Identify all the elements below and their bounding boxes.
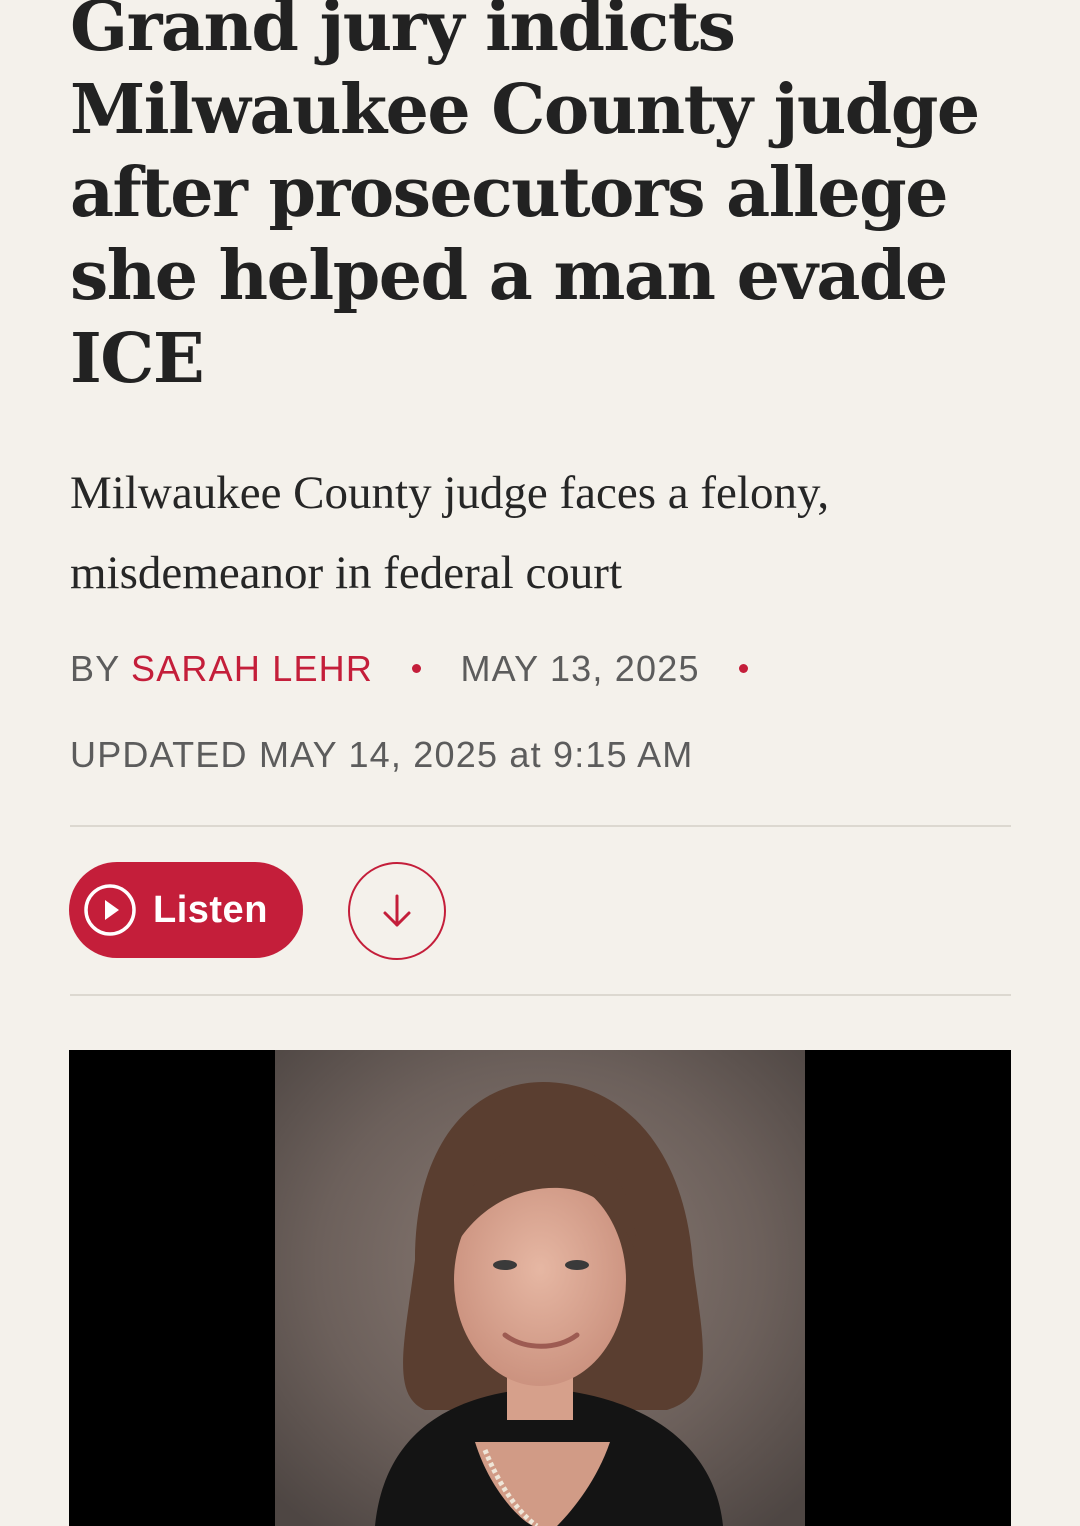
article-headline: Grand jury indicts Milwaukee County judg… bbox=[70, 0, 980, 399]
divider bbox=[70, 994, 1011, 996]
publish-date: MAY 13, 2025 bbox=[460, 648, 700, 689]
arrow-down-icon bbox=[383, 894, 411, 927]
listen-button[interactable]: Listen bbox=[69, 862, 303, 958]
listen-label: Listen bbox=[153, 888, 268, 931]
author-link[interactable]: SARAH LEHR bbox=[131, 648, 373, 689]
article-page: Grand jury indicts Milwaukee County judg… bbox=[0, 0, 1080, 1526]
updated-timestamp: UPDATED MAY 14, 2025 at 9:15 AM bbox=[70, 734, 694, 775]
separator-dot bbox=[412, 663, 422, 673]
portrait-image bbox=[275, 1050, 805, 1526]
separator-dot bbox=[738, 663, 748, 673]
divider bbox=[70, 825, 1011, 827]
byline: BY SARAH LEHR MAY 13, 2025 bbox=[70, 648, 776, 690]
article-photo bbox=[69, 1050, 1011, 1526]
play-circle-icon bbox=[84, 884, 136, 936]
download-button[interactable] bbox=[348, 862, 446, 960]
byline-prefix: BY bbox=[70, 648, 120, 689]
article-subheadline: Milwaukee County judge faces a felony, m… bbox=[70, 467, 830, 599]
